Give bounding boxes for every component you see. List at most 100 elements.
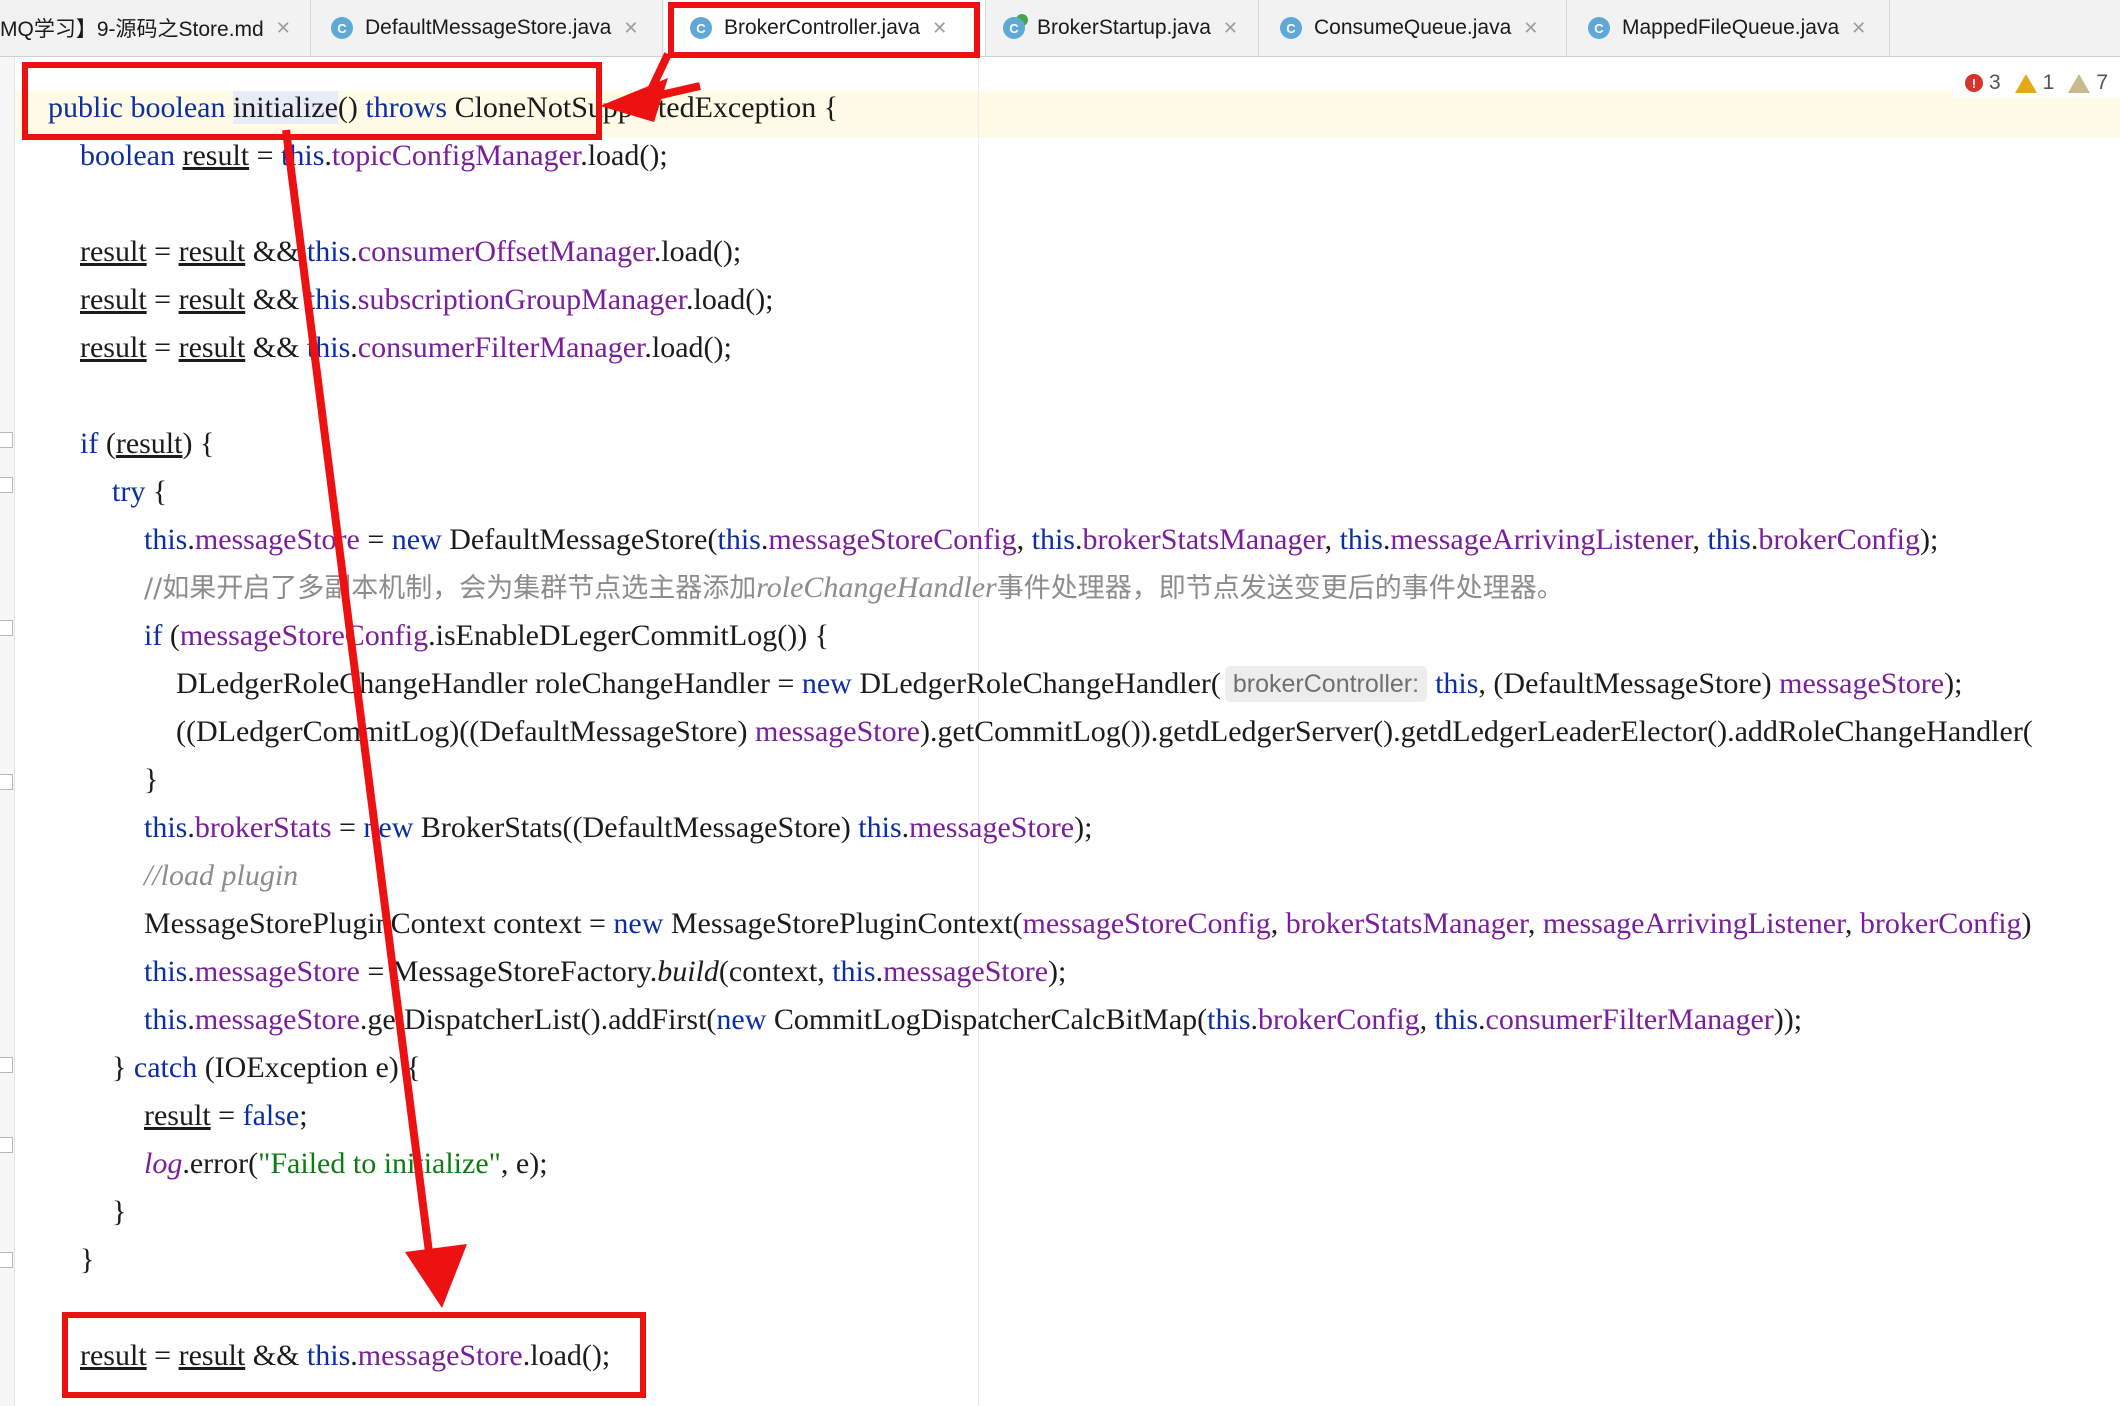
close-icon[interactable]: ✕ — [276, 18, 291, 39]
code-token: , — [1419, 1003, 1435, 1036]
code-token: result — [178, 331, 246, 364]
code-token: messageArrivingListener — [1542, 907, 1845, 940]
tab-mappedfilequeue[interactable]: C MappedFileQueue.java ✕ — [1568, 0, 1890, 56]
fold-marker[interactable] — [0, 432, 13, 448]
inspection-widget[interactable]: ! 3 1 7 — [1952, 68, 2120, 98]
code-token: . — [875, 955, 884, 988]
code-token: = — [210, 1099, 243, 1132]
tab-label: BrokerStartup.java — [1037, 16, 1211, 39]
code-token: ); — [1919, 523, 1939, 556]
close-icon[interactable]: ✕ — [623, 18, 638, 39]
error-icon: ! — [1964, 74, 1983, 92]
code-line[interactable]: this.messageStore = MessageStoreFactory.… — [144, 950, 1066, 994]
warning-count-value: 1 — [2042, 71, 2055, 94]
code-token: this — [1031, 523, 1075, 556]
code-line[interactable]: log.error("Failed to initialize", e); — [144, 1142, 548, 1186]
code-token: this — [858, 811, 902, 844]
fold-marker[interactable] — [0, 477, 13, 493]
code-token: this — [1207, 1003, 1251, 1036]
code-line[interactable]: this.brokerStats = new BrokerStats((Defa… — [144, 806, 1092, 850]
code-token: ).getCommitLog()).getdLedgerServer().get… — [919, 715, 2033, 748]
error-count-value: 3 — [1988, 71, 2001, 94]
code-token: new — [801, 667, 852, 700]
code-token: ( — [162, 619, 180, 652]
code-token: )); — [1773, 1003, 1803, 1036]
code-line[interactable]: //如果开启了多副本机制，会为集群节点选主器添加roleChangeHandle… — [144, 566, 1564, 610]
code-line[interactable]: DLedgerRoleChangeHandler roleChangeHandl… — [176, 662, 1962, 706]
code-token: messageStore — [194, 1003, 360, 1036]
code-line[interactable]: result = result && this.subscriptionGrou… — [80, 278, 774, 322]
error-count[interactable]: ! 3 — [1964, 71, 2001, 95]
code-token: ) { — [182, 427, 215, 460]
runnable-class-icon: C — [1003, 17, 1025, 39]
code-token: build — [657, 955, 719, 988]
fold-marker[interactable] — [0, 1252, 13, 1268]
code-line[interactable]: boolean result = this.topicConfigManager… — [80, 134, 668, 178]
fold-marker[interactable] — [0, 1057, 13, 1073]
code-line[interactable]: this.messageStore = new DefaultMessageSt… — [144, 518, 1938, 562]
code-token: this — [306, 283, 351, 316]
code-line[interactable]: this.messageStore.getDispatcherList().ad… — [144, 998, 1802, 1042]
code-line[interactable]: } — [80, 1238, 94, 1282]
code-token: try — [112, 475, 146, 508]
code-token: this — [832, 955, 876, 988]
code-token: result — [80, 283, 147, 316]
fold-marker[interactable] — [0, 774, 13, 790]
code-token: && — [245, 331, 307, 364]
code-token: , e); — [500, 1147, 548, 1180]
code-token: , — [1270, 907, 1286, 940]
code-line[interactable]: //load plugin — [144, 854, 298, 898]
class-icon: C — [1280, 17, 1302, 39]
code-token: if — [80, 427, 99, 460]
tab-consumequeue[interactable]: C ConsumeQueue.java ✕ — [1260, 0, 1567, 56]
code-token: messageStore — [754, 715, 920, 748]
code-token: ((DLedgerCommitLog)((DefaultMessageStore… — [176, 715, 755, 748]
code-token: , — [1844, 907, 1860, 940]
tab-brokerstartup[interactable]: C BrokerStartup.java ✕ — [987, 0, 1259, 56]
code-line[interactable]: ((DLedgerCommitLog)((DefaultMessageStore… — [176, 710, 2033, 754]
code-line[interactable]: result = false; — [144, 1094, 308, 1138]
code-line[interactable]: MessageStorePluginContext context = new … — [144, 902, 2032, 946]
code-token: messageStoreConfig — [179, 619, 429, 652]
code-token: MessageStorePluginContext( — [663, 907, 1023, 940]
code-token: ; — [299, 1099, 308, 1132]
code-line[interactable]: result = result && this.consumerFilterMa… — [80, 326, 732, 370]
tab-label: MappedFileQueue.java — [1622, 16, 1840, 39]
weak-warning-count[interactable]: 7 — [2068, 71, 2108, 95]
code-token: topicConfigManager — [331, 139, 581, 172]
code-comment: 事件处理器，即节点发送变更后的事件处理器。 — [996, 573, 1564, 604]
code-token: } — [144, 763, 159, 796]
code-line[interactable]: try { — [112, 470, 167, 514]
close-icon[interactable]: ✕ — [1851, 18, 1866, 39]
tab-defaultmessagestore[interactable]: C DefaultMessageStore.java ✕ — [311, 0, 663, 56]
fold-marker[interactable] — [0, 1137, 13, 1153]
code-token: new — [613, 907, 664, 940]
code-token: log — [144, 1147, 183, 1180]
code-token: && — [245, 283, 307, 316]
fold-marker[interactable] — [0, 620, 13, 636]
code-token: . — [350, 283, 358, 316]
code-token: this — [144, 955, 188, 988]
code-token: , — [1692, 523, 1708, 556]
code-string: "Failed to initialize" — [258, 1147, 501, 1180]
code-line[interactable]: } catch (IOException e) { — [112, 1046, 421, 1090]
close-icon[interactable]: ✕ — [1223, 18, 1238, 39]
code-token: brokerStatsManager — [1285, 907, 1528, 940]
code-token: = — [359, 523, 392, 556]
code-token: messageStore — [1779, 667, 1945, 700]
code-token: messageStore — [909, 811, 1075, 844]
code-line[interactable]: if (messageStoreConfig.isEnableDLegerCom… — [144, 614, 829, 658]
code-line[interactable]: result = result && this.consumerOffsetMa… — [80, 230, 741, 274]
code-token: consumerFilterManager — [1485, 1003, 1774, 1036]
code-line[interactable]: } — [144, 758, 158, 802]
code-line[interactable]: } — [112, 1190, 126, 1234]
code-token: DLedgerRoleChangeHandler( — [851, 667, 1221, 700]
code-token: this — [1339, 523, 1383, 556]
code-token: result — [80, 331, 147, 364]
tab-store-md[interactable]: MQ学习】9-源码之Store.md ✕ — [0, 0, 311, 56]
code-line[interactable]: if (result) { — [80, 422, 214, 466]
code-token: DefaultMessageStore( — [441, 523, 718, 556]
close-icon[interactable]: ✕ — [1523, 18, 1538, 39]
warning-count[interactable]: 1 — [2014, 71, 2055, 95]
code-comment: //如果开启了多副本机制，会为集群节点选主器添加 — [144, 573, 757, 604]
